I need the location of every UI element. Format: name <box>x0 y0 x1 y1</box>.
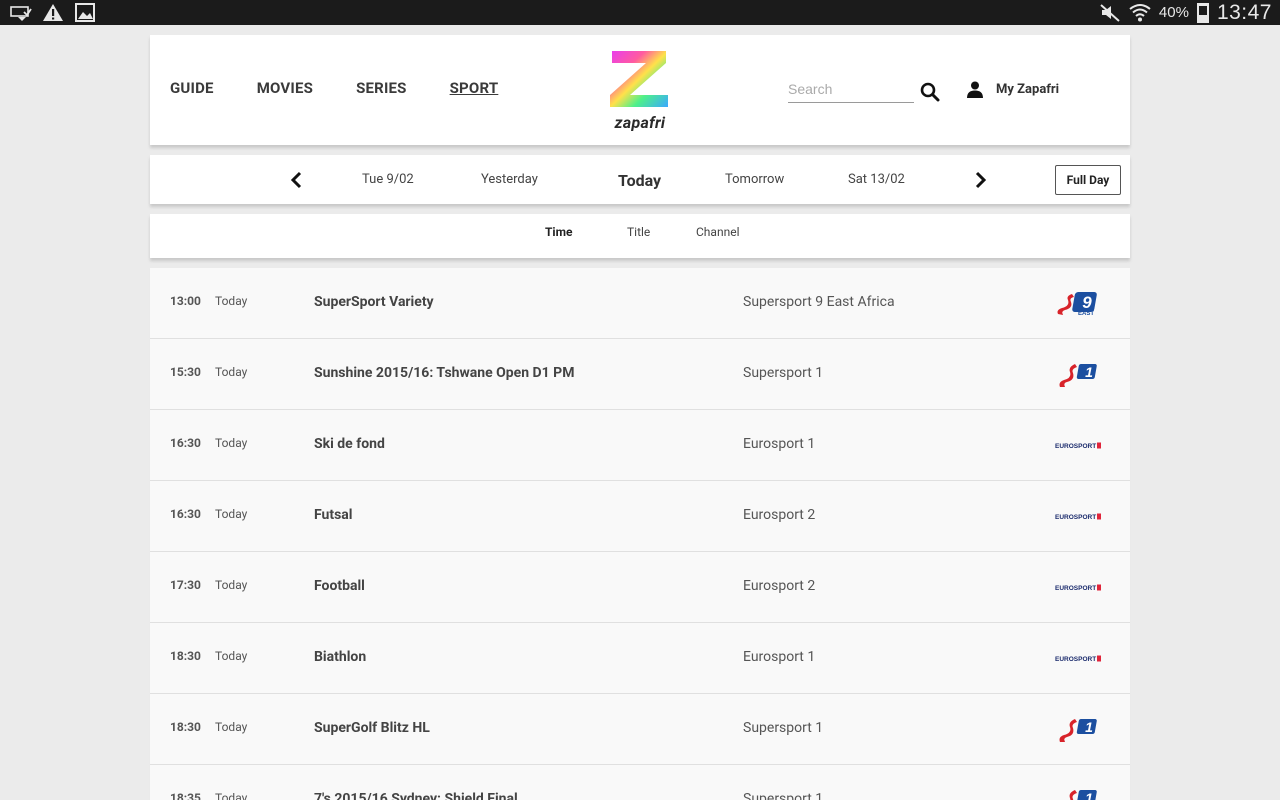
eurosport-logo: EUROSPORT <box>1055 513 1101 521</box>
program-row[interactable]: 13:00 Today SuperSport Variety Superspor… <box>150 268 1130 339</box>
program-time: 16:30 <box>170 436 201 450</box>
program-channel: Supersport 1 <box>743 365 824 381</box>
wifi-icon <box>1129 4 1151 22</box>
supersport-9-east-logo: 9 EAST <box>1057 292 1097 317</box>
program-title: Futsal <box>314 507 353 523</box>
zapafri-z-mark <box>610 51 668 107</box>
program-channel: Eurosport 2 <box>743 507 816 523</box>
svg-text:EUROSPORT: EUROSPORT <box>1055 585 1096 592</box>
program-title: SuperSport Variety <box>314 294 434 310</box>
eurosport-logo: EUROSPORT <box>1055 442 1101 450</box>
program-day: Today <box>215 791 248 800</box>
program-row[interactable]: 18:30 Today SuperGolf Blitz HL Superspor… <box>150 694 1130 765</box>
program-time: 17:30 <box>170 578 201 592</box>
svg-text:1: 1 <box>1085 719 1093 735</box>
my-zapafri-button[interactable]: My Zapafri <box>967 81 1059 98</box>
program-day: Today <box>215 294 248 308</box>
status-bar: 40% 13:47 <box>0 0 1280 25</box>
site-header: GUIDE MOVIES SERIES SPORT zapafri Search… <box>150 35 1130 145</box>
program-title: Football <box>314 578 365 594</box>
sort-bar: Time Title Channel <box>150 214 1130 258</box>
svg-text:1: 1 <box>1085 790 1093 800</box>
nav-guide[interactable]: GUIDE <box>170 79 214 97</box>
full-day-button[interactable]: Full Day <box>1055 165 1121 195</box>
my-zapafri-label: My Zapafri <box>996 82 1060 97</box>
date-yesterday[interactable]: Yesterday <box>481 172 538 187</box>
svg-text:EUROSPORT: EUROSPORT <box>1055 656 1096 663</box>
date-tomorrow[interactable]: Tomorrow <box>725 172 784 187</box>
svg-text:9: 9 <box>1082 293 1092 312</box>
search-field[interactable] <box>788 79 914 103</box>
program-row[interactable]: 17:30 Today Football Eurosport 2 EUROSPO… <box>150 552 1130 623</box>
program-title: Sunshine 2015/16: Tshwane Open D1 PM <box>314 365 575 381</box>
search-input[interactable] <box>788 79 912 99</box>
program-day: Today <box>215 365 248 379</box>
sort-time[interactable]: Time <box>545 225 573 239</box>
main-nav: GUIDE MOVIES SERIES SPORT <box>170 79 541 97</box>
program-row[interactable]: 16:30 Today Futsal Eurosport 2 EUROSPORT <box>150 481 1130 552</box>
program-channel: Eurosport 1 <box>743 649 816 665</box>
program-day: Today <box>215 578 248 592</box>
svg-text:EUROSPORT: EUROSPORT <box>1055 443 1096 450</box>
program-day: Today <box>215 720 248 734</box>
program-day: Today <box>215 649 248 663</box>
zapafri-logo[interactable]: zapafri <box>608 49 672 133</box>
program-row[interactable]: 16:30 Today Ski de fond Eurosport 1 EURO… <box>150 410 1130 481</box>
program-time: 18:30 <box>170 720 201 734</box>
logo-wordmark: zapafri <box>614 113 666 132</box>
download-done-icon <box>10 6 32 21</box>
battery-percent: 40% <box>1158 4 1189 21</box>
sort-title[interactable]: Title <box>627 225 650 239</box>
program-row[interactable]: 15:30 Today Sunshine 2015/16: Tshwane Op… <box>150 339 1130 410</box>
nav-sport[interactable]: SPORT <box>450 79 499 97</box>
date-sat[interactable]: Sat 13/02 <box>848 172 905 187</box>
supersport-1-logo: 1 <box>1059 364 1097 387</box>
program-title: SuperGolf Blitz HL <box>314 720 430 736</box>
user-icon <box>967 81 983 98</box>
svg-text:1: 1 <box>1085 364 1093 380</box>
eurosport-logo: EUROSPORT <box>1055 584 1101 592</box>
date-tue[interactable]: Tue 9/02 <box>362 172 414 187</box>
image-icon <box>75 3 95 22</box>
program-time: 18:35 <box>170 791 201 800</box>
program-time: 16:30 <box>170 507 201 521</box>
program-title: Biathlon <box>314 649 367 665</box>
program-channel: Eurosport 2 <box>743 578 816 594</box>
mute-icon <box>1100 4 1120 22</box>
supersport-1-logo: 1 <box>1059 719 1097 742</box>
program-time: 18:30 <box>170 649 201 663</box>
program-day: Today <box>215 507 248 521</box>
program-title: 7's 2015/16 Sydney: Shield Final <box>314 791 518 800</box>
nav-movies[interactable]: MOVIES <box>257 79 313 97</box>
program-channel: Supersport 1 <box>743 791 824 800</box>
program-channel: Eurosport 1 <box>743 436 816 452</box>
nav-series[interactable]: SERIES <box>356 79 407 97</box>
program-channel: Supersport 1 <box>743 720 824 736</box>
date-selector: Tue 9/02 Yesterday Today Tomorrow Sat 13… <box>150 155 1130 204</box>
chevron-left-icon[interactable] <box>287 170 307 190</box>
svg-text:EAST: EAST <box>1078 311 1094 317</box>
search-icon[interactable] <box>920 82 940 102</box>
clock: 13:47 <box>1216 0 1272 24</box>
battery-icon <box>1196 2 1209 23</box>
warning-icon <box>43 4 63 21</box>
program-row[interactable]: 18:30 Today Biathlon Eurosport 1 EUROSPO… <box>150 623 1130 694</box>
program-day: Today <box>215 436 248 450</box>
sort-channel[interactable]: Channel <box>696 225 739 239</box>
program-channel: Supersport 9 East Africa <box>743 294 895 310</box>
program-title: Ski de fond <box>314 436 385 452</box>
program-time: 13:00 <box>170 294 201 308</box>
eurosport-logo: EUROSPORT <box>1055 655 1101 663</box>
program-time: 15:30 <box>170 365 201 379</box>
program-list: 13:00 Today SuperSport Variety Superspor… <box>150 268 1130 800</box>
chevron-right-icon[interactable] <box>970 170 990 190</box>
program-row[interactable]: 18:35 Today 7's 2015/16 Sydney: Shield F… <box>150 765 1130 800</box>
svg-text:EUROSPORT: EUROSPORT <box>1055 514 1096 521</box>
date-today[interactable]: Today <box>618 171 661 190</box>
supersport-1-logo: 1 <box>1069 790 1097 800</box>
